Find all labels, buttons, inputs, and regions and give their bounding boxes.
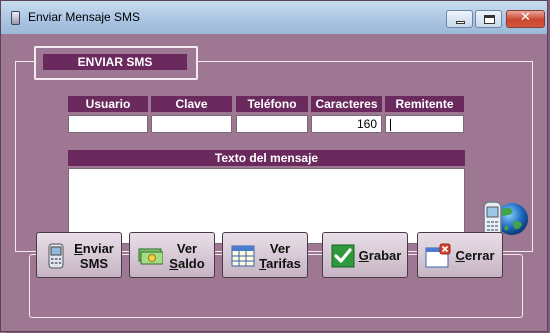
- grabar-button[interactable]: Grabar: [322, 232, 408, 278]
- table-icon: [231, 245, 255, 267]
- maximize-icon: [484, 15, 495, 24]
- money-icon: [138, 248, 163, 265]
- grabar-label: Grabar: [358, 248, 402, 263]
- telefono-label: Teléfono: [236, 96, 308, 112]
- group-caption: ENVIAR SMS: [43, 54, 187, 70]
- ver-saldo-label: Ver Saldo: [169, 241, 205, 271]
- minimize-icon: [456, 21, 465, 24]
- app-icon: [11, 11, 20, 25]
- enviar-sms-button[interactable]: Enviar SMS: [36, 232, 122, 278]
- title-bar[interactable]: Enviar Mensaje SMS ✕: [1, 1, 547, 34]
- caracteres-label: Caracteres: [311, 96, 382, 112]
- maximize-button[interactable]: [475, 10, 502, 28]
- phone-icon: [48, 243, 64, 269]
- close-button[interactable]: ✕: [506, 10, 545, 28]
- clave-label: Clave: [151, 96, 232, 112]
- usuario-label: Usuario: [68, 96, 148, 112]
- client-area: ENVIAR SMS Usuario Clave Teléfono Caract…: [7, 34, 542, 326]
- close-icon: ✕: [520, 10, 531, 25]
- ver-saldo-button[interactable]: Ver Saldo: [129, 232, 215, 278]
- app-window: Enviar Mensaje SMS ✕ ENVIAR SMS Usuario …: [0, 0, 548, 332]
- remitente-input[interactable]: [385, 115, 464, 133]
- close-window-icon: [425, 243, 451, 268]
- usuario-input[interactable]: [68, 115, 148, 133]
- checkmark-icon: [331, 244, 355, 268]
- window-title: Enviar Mensaje SMS: [28, 10, 141, 24]
- enviar-sms-label: Enviar SMS: [74, 241, 114, 271]
- caracteres-input[interactable]: 160: [311, 115, 382, 133]
- ver-tarifas-button[interactable]: Ver Tarifas: [222, 232, 308, 278]
- mensaje-label: Texto del mensaje: [68, 150, 465, 166]
- text-caret: [390, 118, 391, 131]
- telefono-input[interactable]: [236, 115, 308, 133]
- minimize-button[interactable]: [446, 10, 473, 28]
- group-caption-frame: ENVIAR SMS: [34, 46, 198, 80]
- remitente-label: Remitente: [385, 96, 464, 112]
- cerrar-label: Cerrar: [455, 248, 495, 263]
- clave-input[interactable]: [151, 115, 232, 133]
- ver-tarifas-label: Ver Tarifas: [259, 241, 301, 271]
- cerrar-button[interactable]: Cerrar: [417, 232, 503, 278]
